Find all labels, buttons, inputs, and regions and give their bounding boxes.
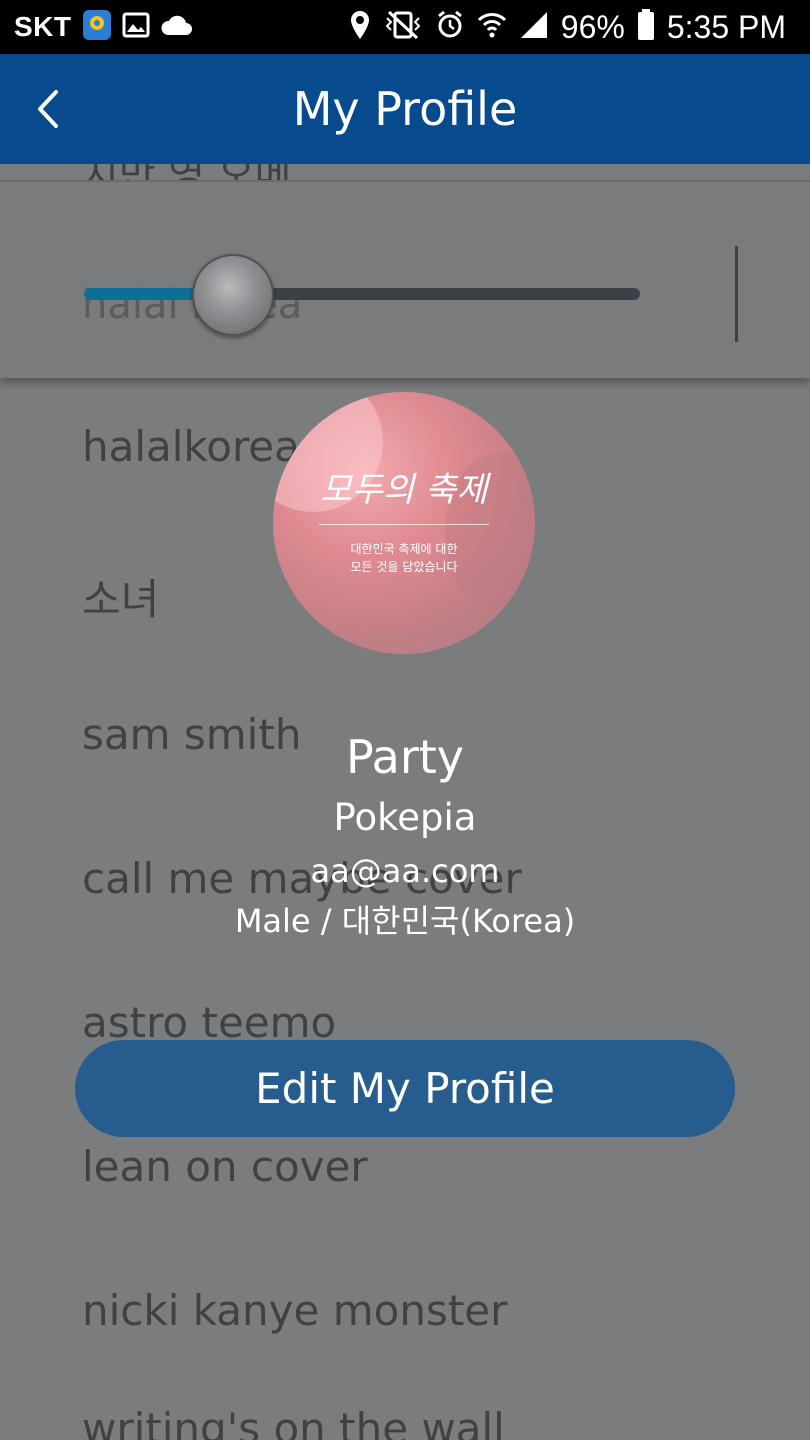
avatar[interactable]: 모두의 축제 대한민국 축제에 대한 모든 것을 담았습니다 (273, 392, 535, 654)
page-title: My Profile (292, 82, 518, 136)
avatar-subtitle: 대한민국 축제에 대한 모든 것을 담았습니다 (273, 540, 535, 576)
vibrate-mute-icon (383, 10, 423, 45)
seek-slider-thumb[interactable] (192, 254, 274, 336)
app-header: My Profile (0, 54, 810, 164)
cloud-icon (160, 13, 194, 42)
list-item[interactable]: halalkorea (82, 422, 300, 471)
profile-email: aa@aa.com (310, 852, 500, 890)
seek-slider-progress (84, 288, 204, 300)
carrier-label: SKT (14, 11, 72, 42)
status-bar: SKT 96% 5:35 PM (0, 0, 810, 54)
profile-name: Party (345, 730, 465, 784)
avatar-subtitle-line: 대한민국 축제에 대한 (350, 542, 458, 556)
avatar-title: 모두의 축제 (320, 470, 488, 510)
status-left: SKT (14, 0, 194, 54)
edit-profile-button[interactable]: Edit My Profile (75, 1040, 735, 1137)
player-divider (735, 246, 738, 342)
clock: 5:35 PM (666, 8, 786, 45)
wifi-icon (477, 10, 507, 45)
profile-gender-country: Male / 대한민국(Korea) (234, 902, 576, 940)
avatar-divider (319, 524, 489, 525)
list-item[interactable]: 소녀 (82, 566, 159, 627)
list-item[interactable]: writing's on the wall (82, 1404, 505, 1440)
battery-icon (637, 8, 655, 46)
gallery-icon (122, 11, 150, 44)
alarm-icon (435, 10, 465, 45)
profile-nickname: Pokepia (333, 796, 477, 839)
battery-percent: 96% (560, 8, 625, 45)
avatar-subtitle-line: 모든 것을 담았습니다 (350, 560, 458, 574)
map-pin-icon (82, 9, 112, 46)
location-icon (349, 10, 371, 45)
signal-icon (519, 10, 549, 45)
music-player-card: halal korea (0, 180, 810, 378)
status-right: 96% 5:35 PM (349, 0, 786, 54)
list-item[interactable]: nicki kanye monster (82, 1286, 507, 1335)
list-item[interactable]: lean on cover (82, 1142, 368, 1191)
